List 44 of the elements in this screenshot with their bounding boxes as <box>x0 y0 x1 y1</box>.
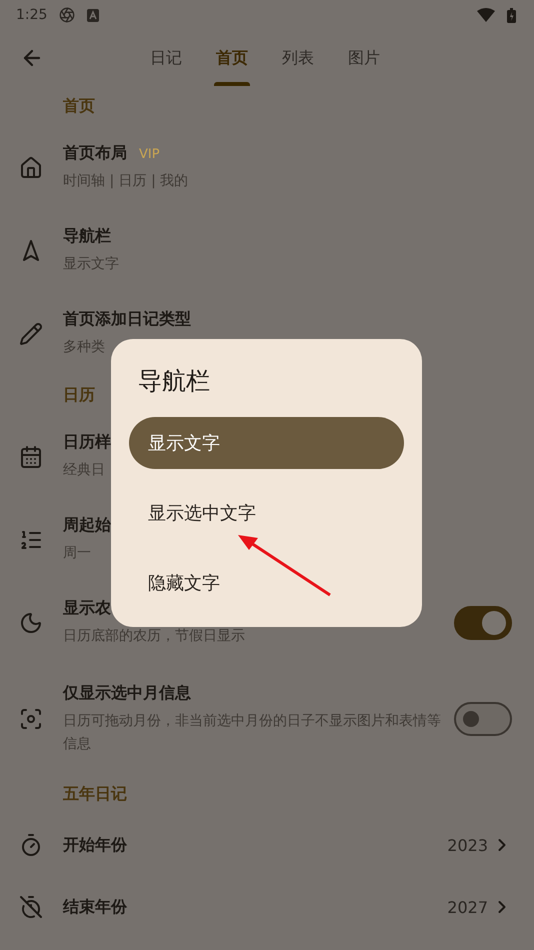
setting-description: 显示文字 <box>63 254 120 274</box>
dialog-option[interactable]: 隐藏文字 <box>129 557 404 609</box>
dialog-option[interactable]: 显示选中文字 <box>129 487 404 539</box>
year-value: 2027 <box>447 898 488 916</box>
dialog-option[interactable]: 显示文字 <box>129 417 404 469</box>
aperture-icon <box>59 7 76 23</box>
setting-title: 首页添加日记类型 <box>63 308 191 330</box>
setting-description: 日历可拖动月份，非当前选中月份的日子不显示图片和表情等信息 <box>63 712 442 754</box>
stopwatch-off-icon <box>19 895 43 919</box>
setting-title: 导航栏 <box>63 226 111 246</box>
battery-icon <box>507 8 516 22</box>
vip-label: VIP <box>139 146 160 162</box>
wifi-icon <box>477 8 495 22</box>
section-title: 日历 <box>63 384 95 406</box>
tab[interactable]: 列表 <box>280 30 316 86</box>
tab[interactable]: 日记 <box>148 30 184 86</box>
pencil-icon <box>19 322 43 346</box>
setting-title: 首页布局 <box>63 142 127 164</box>
setting-title: 仅显示选中月信息 <box>63 682 191 704</box>
app-icon <box>87 8 100 22</box>
tab[interactable]: 图片 <box>346 30 382 86</box>
setting-description: 周一 <box>63 544 92 562</box>
moon-icon <box>19 610 43 634</box>
setting-description: 时间轴 | 日历 | 我的 <box>63 172 190 190</box>
tab[interactable]: 首页 <box>214 30 250 86</box>
section-title: 首页 <box>63 96 95 116</box>
stopwatch-icon <box>19 833 43 857</box>
toggle-switch[interactable] <box>454 606 512 640</box>
focus-frame-icon <box>19 707 43 731</box>
setting-description: 多种类 <box>63 338 106 356</box>
setting-title: 结束年份 <box>63 896 127 918</box>
setting-title: 开始年份 <box>63 834 127 856</box>
setting-title: 周起始 <box>63 514 111 536</box>
year-value: 2023 <box>447 836 488 854</box>
setting-title: 显示农 <box>63 598 111 618</box>
setting-title: 日历样 <box>63 432 111 452</box>
calendar-icon <box>19 444 43 468</box>
home-icon <box>19 156 43 180</box>
setting-description: 经典日 <box>63 460 106 480</box>
setting-description: 日历底部的农历，节假日显示 <box>63 626 246 646</box>
dialog-title: 导航栏 <box>137 366 211 397</box>
clock-time: 1:25 <box>16 7 48 23</box>
section-title: 五年日记 <box>63 784 127 804</box>
toggle-switch[interactable] <box>454 702 512 736</box>
